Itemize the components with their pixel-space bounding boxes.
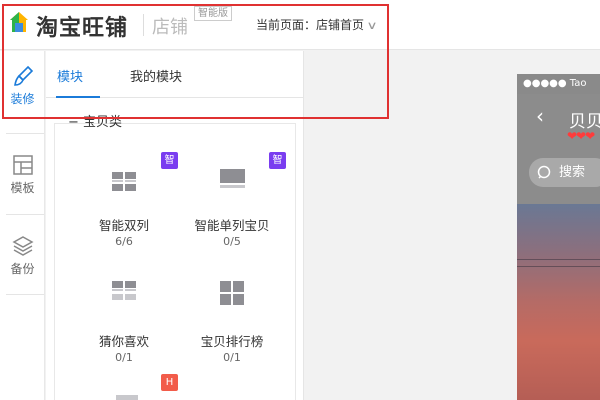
preview-phone: ●●●●● Tao ‹ 贝贝 ❤❤❤ 搜索 — [517, 74, 600, 400]
smart-badge: 智 — [161, 152, 178, 169]
rail-divider — [6, 214, 44, 215]
rail-item-label: 备份 — [10, 262, 35, 276]
module-name: 智能单列宝贝 — [194, 218, 270, 233]
template-icon — [12, 155, 33, 175]
rail-item-backup[interactable]: 备份 — [0, 235, 45, 277]
rail-item-decorate[interactable]: 装修 — [0, 65, 45, 107]
panel-tabs: 模块 我的模块 — [46, 51, 304, 98]
layers-icon — [11, 236, 34, 256]
shop-label: 店铺 — [152, 17, 188, 38]
banner-wire — [517, 259, 600, 260]
module-guess-you-like[interactable]: 猜你喜欢 0/1 — [64, 281, 184, 381]
top-header: 淘宝旺铺 店铺 智能版 当前页面：店铺首页 ∨ — [0, 0, 600, 50]
collapse-icon: − — [68, 115, 79, 130]
brush-icon — [13, 65, 33, 86]
module-count: 6/6 — [115, 235, 133, 248]
module-count: 0/1 — [223, 351, 241, 364]
module-count: 0/5 — [223, 235, 241, 248]
module-count: 0/1 — [115, 351, 133, 364]
module-name: 宝贝排行榜 — [200, 334, 264, 349]
logo-text: 淘宝旺铺 — [36, 16, 129, 41]
phone-status-bar: ●●●●● Tao — [517, 74, 600, 94]
guess-like-icon — [112, 281, 136, 300]
editor-root: 淘宝旺铺 店铺 智能版 当前页面：店铺首页 ∨ 装修 模板 备份 模块 我的模块… — [0, 0, 600, 400]
phone-search-placeholder: 搜索 — [559, 165, 586, 180]
double-column-icon — [112, 172, 136, 191]
rail-divider — [6, 133, 44, 134]
current-page-label: 当前页面： — [256, 18, 317, 32]
hot-badge: H — [161, 374, 178, 391]
module-name: 智能双列 — [98, 218, 149, 233]
smart-badge: 智 — [269, 152, 286, 169]
edition-badge: 智能版 — [194, 6, 232, 21]
rail-item-label: 装修 — [10, 92, 35, 106]
chevron-left-icon[interactable]: ‹ — [536, 104, 544, 128]
banner-wire — [517, 266, 600, 267]
module-item-ranking[interactable]: 宝贝排行榜 0/1 — [172, 281, 292, 381]
section-header-items[interactable]: − 宝贝类 — [68, 111, 122, 130]
chevron-down-icon: ∨ — [366, 19, 378, 32]
section-title: 宝贝类 — [83, 115, 123, 130]
shop-banner-image — [517, 204, 600, 400]
phone-search-bar[interactable]: 搜索 — [529, 158, 600, 187]
search-icon — [537, 165, 551, 179]
rail-item-template[interactable]: 模板 — [0, 154, 45, 196]
left-rail: 装修 模板 备份 — [0, 51, 45, 400]
module-name: 猜你喜欢 — [98, 334, 149, 349]
module-panel: 模块 我的模块 − 宝贝类 智 智能双列 6/6 智 智能单列宝贝 0/5 猜你… — [46, 51, 304, 400]
ranking-icon — [220, 281, 244, 305]
current-page-selector[interactable]: 当前页面：店铺首页 ∨ — [256, 16, 378, 33]
tab-my-modules[interactable]: 我的模块 — [130, 66, 182, 85]
rail-item-label: 模板 — [10, 181, 35, 195]
single-column-icon — [220, 169, 245, 188]
rail-divider — [6, 294, 44, 295]
taobao-logo-icon — [10, 12, 28, 32]
module-thumb-partial — [116, 395, 138, 400]
tab-modules[interactable]: 模块 — [57, 66, 83, 85]
active-tab-indicator — [56, 96, 100, 98]
header-divider — [143, 14, 144, 36]
module-smart-single-column[interactable]: 智 智能单列宝贝 0/5 — [172, 152, 292, 269]
shop-rating-hearts: ❤❤❤ — [567, 129, 595, 143]
current-page-value: 店铺首页 — [316, 18, 365, 32]
module-smart-double-column[interactable]: 智 智能双列 6/6 — [64, 152, 184, 269]
